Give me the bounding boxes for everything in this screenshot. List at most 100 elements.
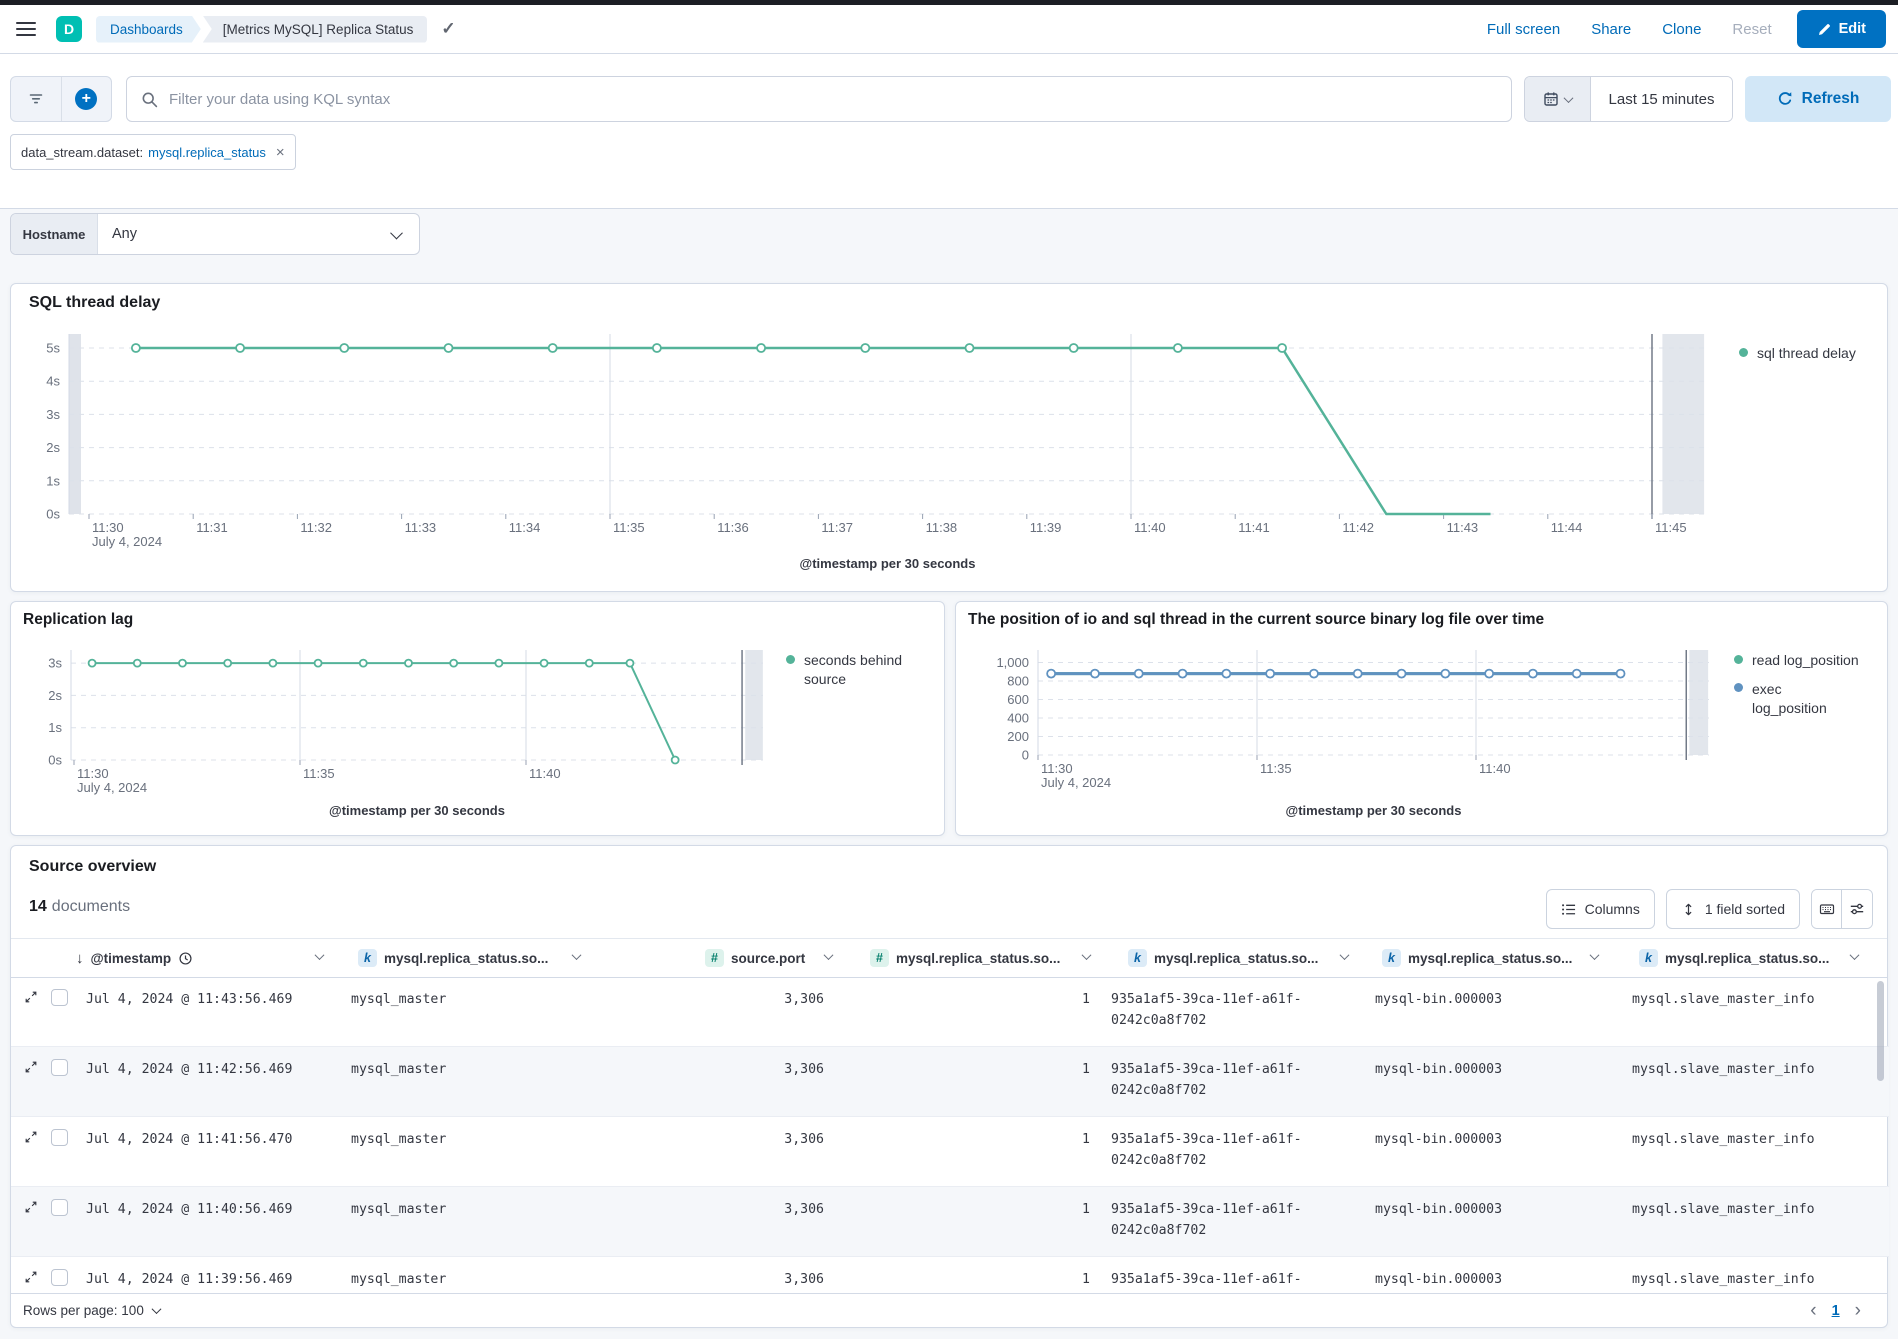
column-menu-chevron-icon[interactable] [1849,950,1860,961]
clone-button[interactable]: Clone [1662,21,1701,38]
calendar-menu-button[interactable] [1525,77,1591,121]
column-header[interactable]: ↓ @timestamp [76,939,193,977]
next-page-icon[interactable]: › [1855,1300,1861,1322]
svg-text:0s: 0s [48,753,62,768]
add-filter-button[interactable]: + [62,77,112,121]
legend-item[interactable]: sql thread delay [1739,344,1856,363]
hostname-control[interactable]: Hostname Any [10,213,420,255]
sort-fields-button[interactable]: 1 field sorted [1665,889,1800,929]
columns-button[interactable]: Columns [1545,889,1655,929]
svg-text:11:30: 11:30 [77,766,109,781]
svg-text:11:43: 11:43 [1447,520,1479,535]
list-icon [1561,903,1575,915]
row-checkbox[interactable] [51,989,68,1006]
legend-item[interactable]: read log_position [1734,651,1870,670]
x-axis-title: @timestamp per 30 seconds [799,556,976,571]
time-picker: Last 15 minutes [1524,76,1733,122]
breadcrumb-current-dashboard[interactable]: [Metrics MySQL] Replica Status [202,15,428,43]
expand-icon [25,1061,37,1073]
table-row: Jul 4, 2024 @ 11:43:56.469 mysql_master 3,… [11,977,1889,1047]
filter-pill[interactable]: data_stream.dataset: mysql.replica_statu… [10,134,296,170]
column-header[interactable]: k mysql.replica_status.so... [1382,939,1572,977]
column-header[interactable]: k mysql.replica_status.so... [358,939,548,977]
hostname-value: Any [112,226,137,242]
table-cell: mysql-bin.000003 [1375,992,1503,1007]
legend-label: sql thread delay [1757,345,1856,361]
row-checkbox[interactable] [51,1129,68,1146]
plus-icon: + [75,88,98,110]
row-checkbox[interactable] [51,1059,68,1076]
column-header[interactable]: k mysql.replica_status.so... [1639,939,1829,977]
refresh-button[interactable]: Refresh [1745,76,1891,122]
edit-button-label: Edit [1838,21,1866,37]
previous-page-icon[interactable]: ‹ [1810,1300,1816,1322]
column-header[interactable]: k mysql.replica_status.so... [1128,939,1318,977]
svg-text:11:40: 11:40 [1134,520,1166,535]
row-checkbox[interactable] [51,1199,68,1216]
column-menu-chevron-icon[interactable] [314,950,325,961]
expand-row-button[interactable] [24,1060,38,1074]
full-screen-button[interactable]: Full screen [1487,21,1560,38]
rows-per-page-button[interactable]: Rows per page: 100 [23,1303,162,1318]
column-menu-chevron-icon[interactable] [1589,950,1600,961]
chart-title: The position of io and sql thread in the… [968,611,1545,628]
share-button[interactable]: Share [1591,21,1631,38]
svg-text:July 4, 2024: July 4, 2024 [92,534,162,549]
app-header: D Dashboards [Metrics MySQL] Replica Sta… [0,5,1898,54]
svg-text:July 4, 2024: July 4, 2024 [1041,775,1111,790]
svg-text:200: 200 [1007,729,1029,744]
svg-text:11:40: 11:40 [529,766,561,781]
legend-item[interactable]: exec log_position [1734,680,1870,718]
legend-item[interactable]: seconds behind source [786,651,944,689]
keyword-field-icon: k [1128,949,1147,967]
svg-text:2s: 2s [48,688,62,703]
column-header[interactable]: # source.port [705,939,805,977]
expand-icon [25,991,37,1003]
edit-button[interactable]: Edit [1796,10,1886,48]
expand-row-button[interactable] [24,990,38,1004]
expand-row-button[interactable] [24,1130,38,1144]
scrollbar[interactable] [1877,981,1884,1081]
row-checkbox[interactable] [51,1269,68,1286]
legend-dot-icon [1734,654,1743,664]
expand-icon [25,1271,37,1283]
menu-icon[interactable] [16,22,36,36]
kql-search-input[interactable]: Filter your data using KQL syntax [126,76,1512,122]
table-cell: mysql_master [351,1132,447,1147]
reset-button: Reset [1732,20,1772,38]
breadcrumb: Dashboards [Metrics MySQL] Replica Statu… [96,15,428,43]
table-cell: mysql_master [351,1202,447,1217]
page-1-button[interactable]: 1 [1832,1303,1840,1319]
column-header-label: mysql.replica_status.so... [384,950,549,966]
section-title: Source overview [29,858,157,875]
table-row: Jul 4, 2024 @ 11:39:56.469 mysql_master 3,… [11,1257,1889,1293]
keyboard-shortcuts-button[interactable] [1812,890,1842,928]
svg-text:11:38: 11:38 [926,520,958,535]
remove-filter-icon[interactable]: × [276,144,285,161]
filter-pill-value: mysql.replica_status [148,144,266,160]
column-menu-chevron-icon[interactable] [571,950,582,961]
expand-row-button[interactable] [24,1270,38,1284]
space-avatar[interactable]: D [56,16,82,42]
time-range-button[interactable]: Last 15 minutes [1591,77,1732,121]
expand-row-button[interactable] [24,1200,38,1214]
display-options-button[interactable] [1842,890,1872,928]
table-cell: 935a1af5-39ca-11ef-a61f-0242c0a8f702 [1111,1272,1302,1287]
calendar-icon [1544,92,1558,106]
column-menu-chevron-icon[interactable] [1339,950,1350,961]
svg-text:4s: 4s [46,374,60,389]
column-menu-chevron-icon[interactable] [1081,950,1092,961]
svg-text:11:40: 11:40 [1479,761,1511,776]
svg-text:11:30: 11:30 [1041,761,1073,776]
svg-text:2s: 2s [46,440,60,455]
column-menu-chevron-icon[interactable] [823,950,834,961]
table-cell: 3,306 [784,1062,824,1077]
grid-icon-buttons [1811,889,1873,929]
filter-sets-button[interactable] [11,77,62,121]
table-cell: Jul 4, 2024 @ 11:42:56.469 [86,1062,293,1077]
table-row: Jul 4, 2024 @ 11:41:56.470 mysql_master 3,… [11,1117,1889,1187]
breadcrumb-dashboards[interactable]: Dashboards [96,16,201,43]
table-cell: 935a1af5-39ca-11ef-a61f-0242c0a8f702 [1111,1202,1302,1238]
chevron-down-icon [151,1304,162,1315]
column-header[interactable]: # mysql.replica_status.so... [870,939,1060,977]
